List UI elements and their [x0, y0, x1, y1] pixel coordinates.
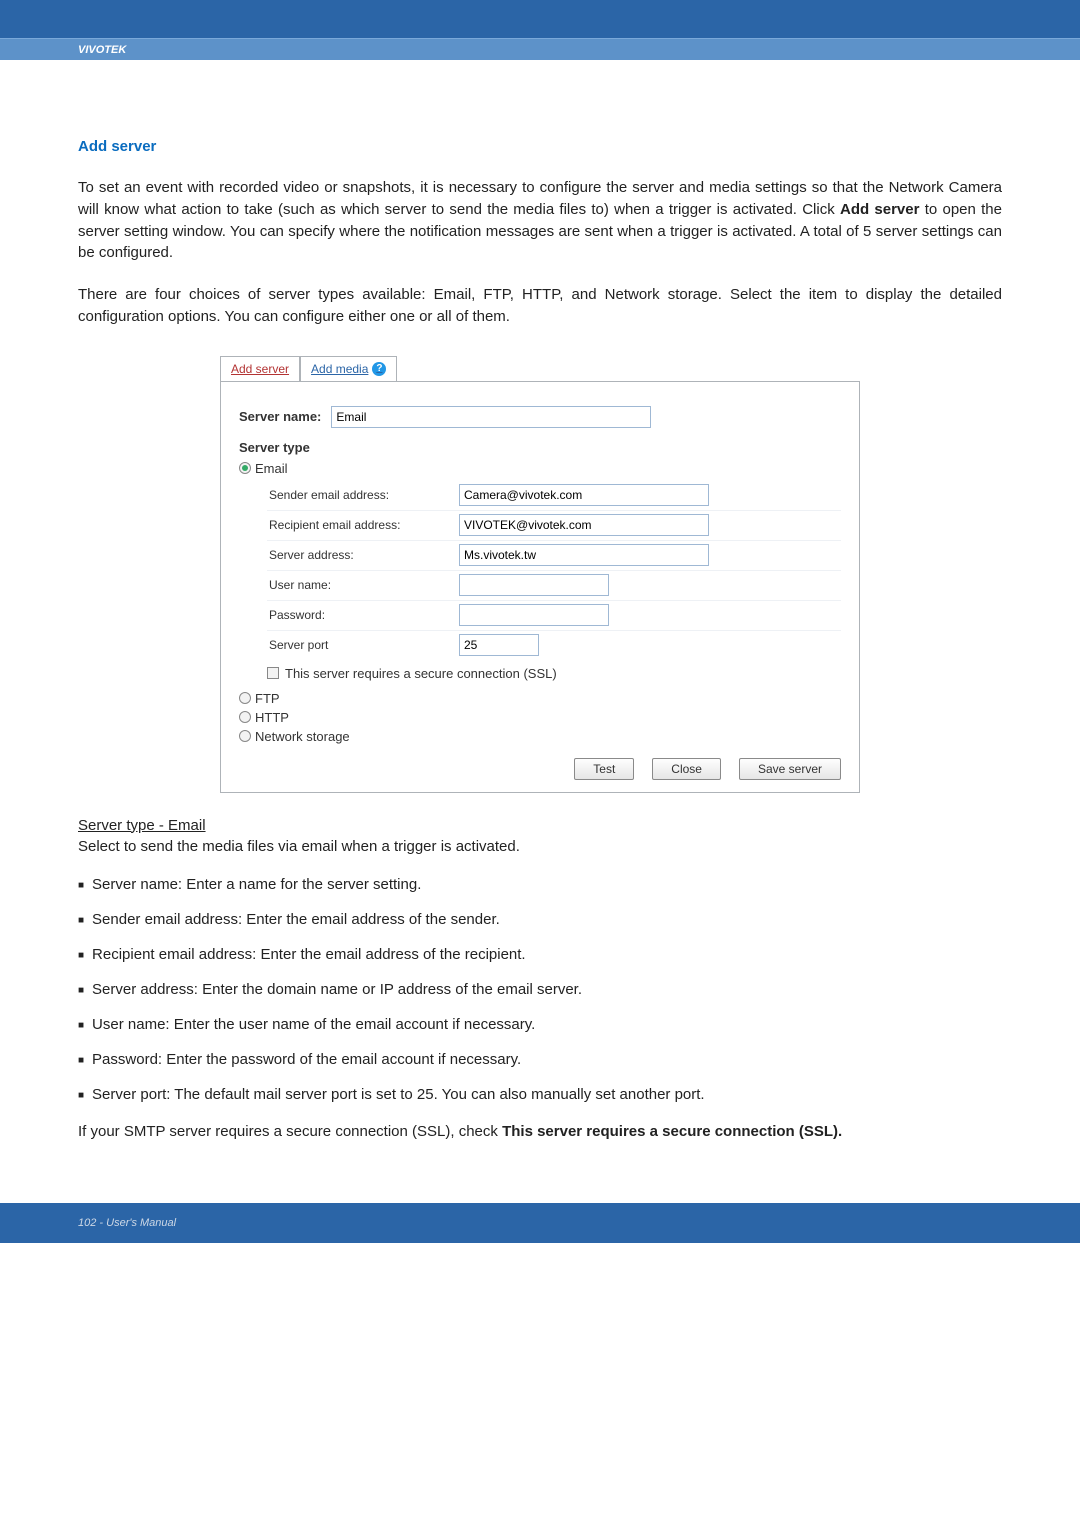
- ssl-checkbox[interactable]: [267, 667, 279, 679]
- info-icon[interactable]: ?: [372, 362, 386, 376]
- recipient-label: Recipient email address:: [267, 518, 459, 532]
- radio-http-label: HTTP: [255, 710, 289, 725]
- radio-network-storage[interactable]: [239, 730, 251, 742]
- radio-http[interactable]: [239, 711, 251, 723]
- server-type-label: Server type: [239, 440, 310, 455]
- list-item: Server name: Enter a name for the server…: [78, 876, 1002, 893]
- bullet-text: Server address: Enter the domain name or…: [92, 981, 582, 998]
- ssl-note-a: If your SMTP server requires a secure co…: [78, 1123, 502, 1140]
- footer-bar: 102 - User's Manual: [0, 1203, 1080, 1243]
- recipient-input[interactable]: [459, 514, 709, 536]
- radio-ftp[interactable]: [239, 692, 251, 704]
- server-port-label: Server port: [267, 638, 459, 652]
- radio-email[interactable]: [239, 462, 251, 474]
- bullet-text: Server name: Enter a name for the server…: [92, 876, 421, 893]
- username-label: User name:: [267, 578, 459, 592]
- password-input[interactable]: [459, 604, 609, 626]
- intro-paragraph-2: There are four choices of server types a…: [78, 284, 1002, 328]
- intro-paragraph-1: To set an event with recorded video or s…: [78, 177, 1002, 264]
- list-item: Recipient email address: Enter the email…: [78, 946, 1002, 963]
- dialog-tabs: Add server Add media ?: [220, 356, 860, 381]
- radio-network-storage-label: Network storage: [255, 729, 350, 744]
- section-title: Add server: [78, 138, 1002, 155]
- bullet-text: Sender email address: Enter the email ad…: [92, 911, 500, 928]
- save-server-button[interactable]: Save server: [739, 758, 841, 780]
- tab-add-media-label: Add media: [311, 362, 368, 376]
- brand-bar: VIVOTEK: [0, 38, 1080, 60]
- bullet-list: Server name: Enter a name for the server…: [78, 876, 1002, 1103]
- ssl-note-b: This server requires a secure connection…: [502, 1123, 842, 1140]
- bullet-text: User name: Enter the user name of the em…: [92, 1016, 535, 1033]
- server-name-label: Server name:: [239, 409, 321, 424]
- bullet-text: Server port: The default mail server por…: [92, 1086, 705, 1103]
- sender-label: Sender email address:: [267, 488, 459, 502]
- tab-add-media[interactable]: Add media ?: [300, 356, 397, 381]
- radio-email-label: Email: [255, 461, 288, 476]
- brand-label: VIVOTEK: [78, 44, 126, 56]
- server-address-input[interactable]: [459, 544, 709, 566]
- ssl-note: If your SMTP server requires a secure co…: [78, 1121, 1002, 1143]
- email-form: Sender email address: Recipient email ad…: [267, 480, 841, 660]
- top-bar: [0, 0, 1080, 38]
- server-type-text: Select to send the media files via email…: [78, 836, 1002, 858]
- server-dialog: Add server Add media ? Server name: Serv…: [220, 356, 860, 793]
- username-input[interactable]: [459, 574, 609, 596]
- server-port-input[interactable]: [459, 634, 539, 656]
- list-item: Server address: Enter the domain name or…: [78, 981, 1002, 998]
- intro-bold: Add server: [840, 201, 919, 218]
- footer-label: 102 - User's Manual: [0, 1217, 1080, 1229]
- bullet-text: Recipient email address: Enter the email…: [92, 946, 526, 963]
- server-type-heading: Server type - Email: [78, 815, 1002, 837]
- ssl-checkbox-label: This server requires a secure connection…: [285, 666, 557, 681]
- tab-add-server[interactable]: Add server: [220, 356, 300, 381]
- close-button[interactable]: Close: [652, 758, 721, 780]
- sender-input[interactable]: [459, 484, 709, 506]
- server-name-input[interactable]: [331, 406, 651, 428]
- list-item: User name: Enter the user name of the em…: [78, 1016, 1002, 1033]
- password-label: Password:: [267, 608, 459, 622]
- list-item: Password: Enter the password of the emai…: [78, 1051, 1002, 1068]
- list-item: Sender email address: Enter the email ad…: [78, 911, 1002, 928]
- test-button[interactable]: Test: [574, 758, 634, 780]
- list-item: Server port: The default mail server por…: [78, 1086, 1002, 1103]
- radio-ftp-label: FTP: [255, 691, 280, 706]
- server-address-label: Server address:: [267, 548, 459, 562]
- bullet-text: Password: Enter the password of the emai…: [92, 1051, 521, 1068]
